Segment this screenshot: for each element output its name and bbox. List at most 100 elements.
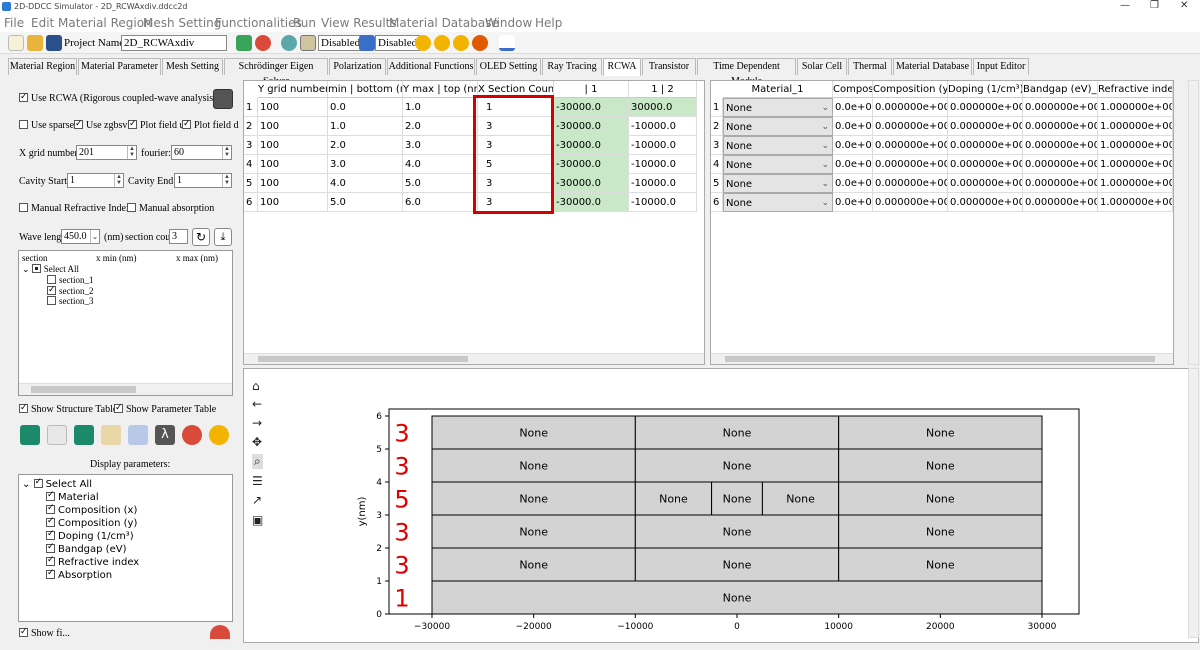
col-y-max[interactable]: Y max | top (nm) (403, 81, 478, 98)
menu-mesh-setting[interactable]: Mesh Setting (143, 16, 221, 30)
material-select[interactable]: None ⌄ (723, 155, 833, 174)
grid-cell[interactable]: 1.0 (328, 117, 403, 136)
param-material[interactable]: Material (46, 490, 99, 503)
material-cell[interactable]: 0.000000e+00 (873, 155, 948, 174)
grid-cell[interactable]: 3.0 (328, 155, 403, 174)
grid-cell[interactable]: -30000.0 (554, 193, 629, 212)
plot-field-d-checkbox[interactable]: Plot field d (182, 118, 238, 131)
wavelength-select[interactable]: 450.0 ⌄ (61, 229, 100, 244)
settings-wheel-icon[interactable] (281, 35, 297, 51)
material-cell[interactable]: 0.000000e+00 (1023, 193, 1098, 212)
material-cell[interactable]: 1.000000e+00 (1098, 193, 1173, 212)
material-cell[interactable]: 0.000000e+00 (948, 193, 1023, 212)
material-cell[interactable]: 0.000000e+00 (873, 98, 948, 117)
param-absorption[interactable]: Absorption (46, 568, 112, 581)
sort-icon[interactable] (128, 425, 148, 445)
download-icon[interactable]: ⤓ (214, 228, 232, 246)
edit-icon[interactable] (47, 425, 67, 445)
tab-polarization[interactable]: Polarization (329, 58, 386, 75)
material-cell[interactable]: 0.000000e+00 (948, 155, 1023, 174)
tree-scrollbar-thumb[interactable] (31, 386, 136, 393)
col-bandgap[interactable]: Bandgap (eV)_1 (1023, 81, 1098, 98)
new-file-icon[interactable] (8, 35, 24, 51)
bar-chart-icon[interactable] (499, 35, 515, 51)
disabled-toggle-2[interactable]: Disabled (375, 35, 421, 51)
tab-material-database[interactable]: Material Database (893, 58, 972, 75)
use-zgbsv-checkbox[interactable]: Use zgbsv (74, 118, 127, 131)
tab-additional-functions[interactable]: Additional Functions (387, 58, 475, 75)
home-icon[interactable]: ⌂ (252, 379, 260, 393)
project-name-input[interactable]: 2D_RCWAxdiv (121, 35, 227, 51)
tab-transistor[interactable]: Transistor (642, 58, 696, 75)
edit-axis-icon[interactable]: ↗ (252, 493, 262, 507)
grid-cell[interactable]: 100 (258, 98, 328, 117)
material-scrollbar-thumb[interactable] (725, 356, 1155, 362)
tab-schrodinger[interactable]: Schrödinger Eigen Solver (224, 58, 328, 87)
configure-subplots-icon[interactable]: ☰ (252, 474, 263, 488)
grid-cell[interactable]: 6.0 (403, 193, 478, 212)
stop-icon[interactable] (472, 35, 488, 51)
save-figure-icon[interactable]: ▣ (252, 513, 263, 527)
close-button[interactable]: ✕ (1180, 0, 1188, 11)
chevron-down-icon[interactable]: ⌄ (821, 175, 829, 192)
grid-cell[interactable]: 0.0 (328, 98, 403, 117)
lambda-icon[interactable]: λ (155, 425, 175, 445)
grid-cell[interactable]: -30000.0 (554, 136, 629, 155)
col-boundary-1[interactable]: | 1 (554, 81, 629, 98)
menu-help[interactable]: Help (535, 16, 562, 30)
material-select[interactable]: None ⌄ (723, 193, 833, 212)
menu-run[interactable]: Run (293, 16, 316, 30)
material-table-scrollbar[interactable] (711, 353, 1173, 364)
pause-icon[interactable] (434, 35, 450, 51)
material-cell[interactable]: 1.000000e+00 (1098, 98, 1173, 117)
material-cell[interactable]: 0.0e+00 (833, 136, 873, 155)
param-select-all[interactable]: ⌄ Select All (22, 477, 92, 490)
param-refractive-index[interactable]: Refractive index (46, 555, 139, 568)
param-bandgap[interactable]: Bandgap (eV) (46, 542, 126, 555)
material-cell[interactable]: 0.000000e+00 (948, 98, 1023, 117)
x-grid-spinbox[interactable]: 201 ▲ ▼ (76, 145, 137, 160)
cavity-start-spinbox[interactable]: 1 ▲ ▼ (67, 173, 124, 188)
material-cell[interactable]: 0.000000e+00 (948, 174, 1023, 193)
material-param-table[interactable]: Material_1 Composition (x)_ Composition … (710, 80, 1174, 365)
menu-material-region[interactable]: Material Region (58, 16, 152, 30)
list-icon[interactable] (359, 35, 375, 51)
grid-cell[interactable]: 3.0 (403, 136, 478, 155)
tree-scrollbar[interactable] (19, 383, 232, 395)
material-cell[interactable]: 0.000000e+00 (948, 117, 1023, 136)
material-cell[interactable]: 0.000000e+00 (873, 193, 948, 212)
grid-cell[interactable]: -30000.0 (554, 174, 629, 193)
material-cell[interactable]: 0.000000e+00 (1023, 117, 1098, 136)
tab-input-editor[interactable]: Input Editor (973, 58, 1029, 75)
material-cell[interactable]: 0.000000e+00 (1023, 98, 1098, 117)
grid-icon[interactable] (300, 35, 316, 51)
back-arrow-icon[interactable]: ← (252, 397, 262, 411)
grid-cell[interactable]: 100 (258, 155, 328, 174)
col-y-grid-number[interactable]: Y grid number (258, 81, 328, 98)
menu-functionalities[interactable]: Functionalities (215, 16, 302, 30)
tab-mesh-setting[interactable]: Mesh Setting (162, 58, 223, 75)
section-count-input[interactable]: 3 (169, 229, 188, 244)
material-cell[interactable]: 0.0e+00 (833, 117, 873, 136)
material-cell[interactable]: 0.0e+00 (833, 98, 873, 117)
grid-cell[interactable]: -10000.0 (629, 174, 697, 193)
grid-cell[interactable]: 2.0 (403, 117, 478, 136)
param-composition-y[interactable]: Composition (y) (46, 516, 137, 529)
remove-region-icon[interactable] (74, 425, 94, 445)
tab-solar-cell[interactable]: Solar Cell (797, 58, 847, 75)
material-cell[interactable]: 0.000000e+00 (948, 136, 1023, 155)
material-select[interactable]: None ⌄ (723, 174, 833, 193)
menu-file[interactable]: File (4, 16, 24, 30)
chevron-down-icon[interactable]: ⌄ (821, 194, 829, 211)
material-cell[interactable]: 0.000000e+00 (873, 174, 948, 193)
grid-cell[interactable]: 100 (258, 174, 328, 193)
reset-icon[interactable]: ↻ (192, 228, 210, 246)
use-rcwa-checkbox[interactable]: Use RCWA (Rigorous coupled-wave analysis… (19, 91, 217, 104)
material-cell[interactable]: 1.000000e+00 (1098, 117, 1173, 136)
col-boundary-1-2[interactable]: 1 | 2 (629, 81, 697, 98)
run-icon[interactable] (209, 425, 229, 445)
show-parameter-checkbox[interactable]: Show Parameter Table (114, 402, 216, 415)
grid-table-scrollbar[interactable] (244, 353, 704, 364)
section-tree[interactable]: section x min (nm) x max (nm) ⌄ Select A… (18, 250, 233, 396)
cavity-end-spinbox[interactable]: 1 ▲ ▼ (174, 173, 232, 188)
